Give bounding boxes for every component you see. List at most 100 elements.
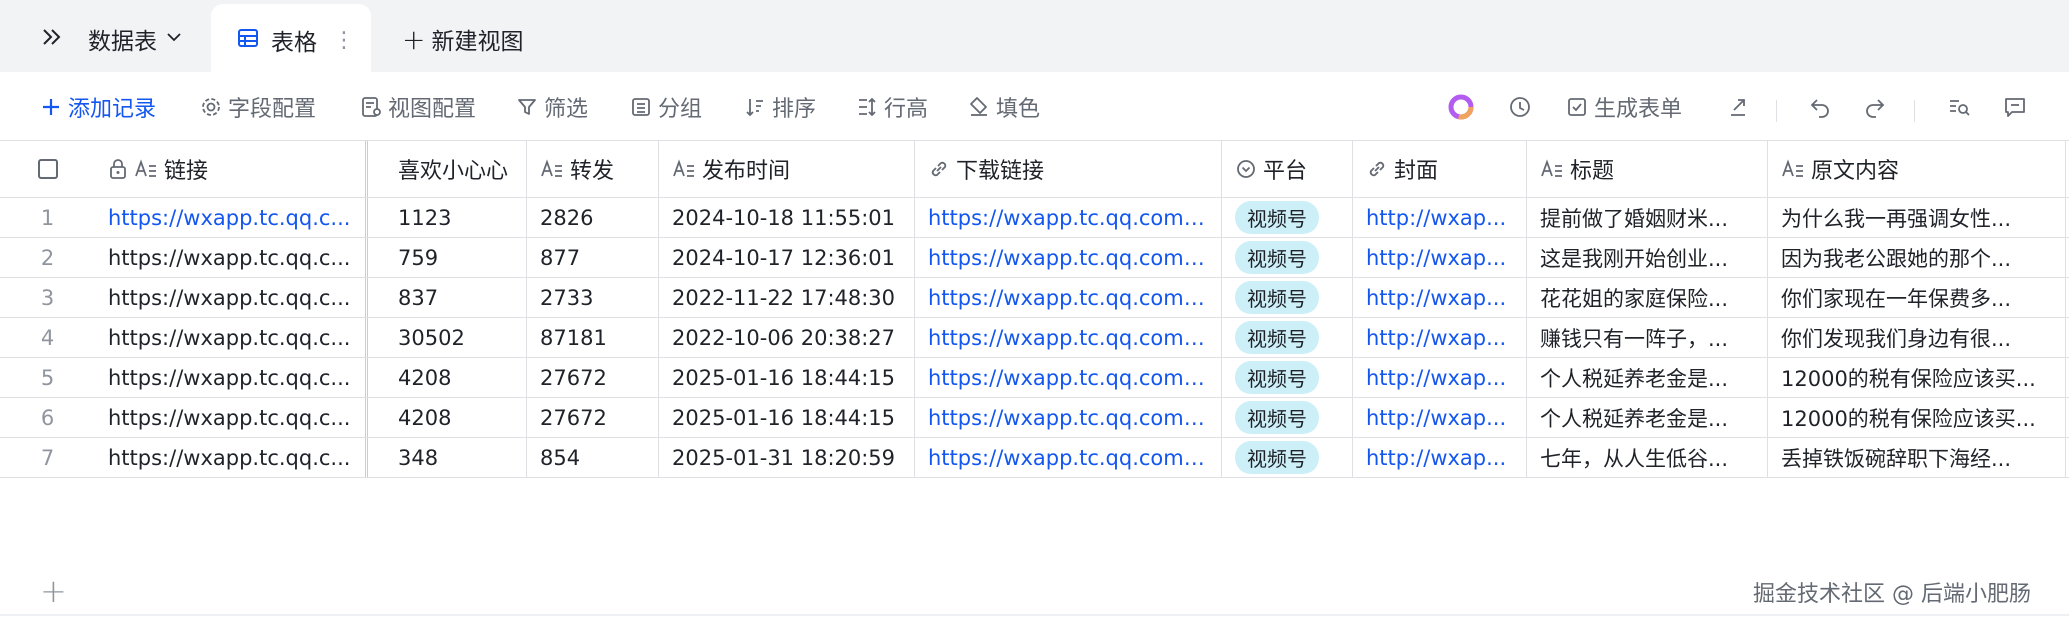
cell-content[interactable]: 你们发现我们身边有很... — [1768, 318, 2066, 357]
cell-title[interactable]: 七年，从人生低谷... — [1527, 438, 1768, 477]
table-row[interactable]: 1 https://wxapp.tc.qq.c... 1123 2826 202… — [0, 198, 2069, 238]
cell-download-link[interactable]: https://wxapp.tc.qq.com/... — [915, 238, 1222, 277]
cell-likes[interactable]: 1123 — [368, 198, 527, 237]
cell-likes[interactable]: 348 — [368, 438, 527, 477]
sort-button[interactable]: 排序 — [744, 92, 816, 122]
add-row-button[interactable]: + — [40, 572, 67, 610]
history-icon[interactable] — [1505, 92, 1535, 122]
cell-content[interactable]: 因为我老公跟她的那个... — [1768, 238, 2066, 277]
cell-platform[interactable]: 视频号 — [1222, 278, 1353, 317]
select-all-checkbox[interactable] — [37, 159, 58, 179]
table-row[interactable]: 4 https://wxapp.tc.qq.c... 30502 87181 2… — [0, 318, 2069, 358]
column-header-cover[interactable]: 封面 — [1353, 141, 1527, 197]
new-view-button[interactable]: + 新建视图 — [402, 22, 523, 56]
cell-platform[interactable]: 视频号 — [1222, 438, 1353, 477]
more-options-icon[interactable]: ⋮ — [333, 28, 355, 53]
cell-link[interactable]: https://wxapp.tc.qq.c... — [95, 398, 368, 437]
column-header-publish-time[interactable]: 发布时间 — [659, 141, 915, 197]
cell-content[interactable]: 12000的税有保险应该买... — [1768, 358, 2066, 397]
cell-shares[interactable]: 27672 — [527, 398, 659, 437]
undo-icon[interactable] — [1805, 92, 1835, 122]
cell-shares[interactable]: 2733 — [527, 278, 659, 317]
column-header-shares[interactable]: 转发 — [527, 141, 659, 197]
cell-content[interactable]: 为什么我一再强调女性... — [1768, 198, 2066, 237]
cell-download-link[interactable]: https://wxapp.tc.qq.com/... — [915, 198, 1222, 237]
cell-likes[interactable]: 4208 — [368, 398, 527, 437]
cell-shares[interactable]: 2826 — [527, 198, 659, 237]
cell-title[interactable]: 花花姐的家庭保险... — [1527, 278, 1768, 317]
cell-content[interactable]: 你们家现在一年保费多... — [1768, 278, 2066, 317]
cell-link[interactable]: https://wxapp.tc.qq.c... — [95, 278, 368, 317]
horizontal-scrollbar[interactable] — [0, 614, 2069, 616]
cell-likes[interactable]: 4208 — [368, 358, 527, 397]
column-header-content[interactable]: 原文内容 — [1768, 141, 2066, 197]
cell-download-link[interactable]: https://wxapp.tc.qq.com/... — [915, 358, 1222, 397]
cell-shares[interactable]: 87181 — [527, 318, 659, 357]
cell-platform[interactable]: 视频号 — [1222, 358, 1353, 397]
column-header-title[interactable]: 标题 — [1527, 141, 1768, 197]
cell-title[interactable]: 这是我刚开始创业... — [1527, 238, 1768, 277]
cell-link[interactable]: https://wxapp.tc.qq.c... — [95, 438, 368, 477]
cell-cover[interactable]: http://wxap... — [1353, 198, 1527, 237]
table-row[interactable]: 2 https://wxapp.tc.qq.c... 759 877 2024-… — [0, 238, 2069, 278]
cell-cover[interactable]: http://wxap... — [1353, 358, 1527, 397]
select-all-cell[interactable] — [0, 141, 95, 197]
cell-title[interactable]: 个人税延养老金是... — [1527, 398, 1768, 437]
cell-publish-time[interactable]: 2024-10-17 12:36:01 — [659, 238, 915, 277]
cell-publish-time[interactable]: 2025-01-31 18:20:59 — [659, 438, 915, 477]
cell-cover[interactable]: http://wxap... — [1353, 238, 1527, 277]
tab-grid-view[interactable]: 表格 ⋮ — [211, 4, 371, 76]
table-row[interactable]: 5 https://wxapp.tc.qq.c... 4208 27672 20… — [0, 358, 2069, 398]
comment-icon[interactable] — [2000, 92, 2030, 122]
cell-content[interactable]: 丢掉铁饭碗辞职下海经... — [1768, 438, 2066, 477]
table-switcher[interactable]: 数据表 — [88, 22, 183, 56]
table-row[interactable]: 3 https://wxapp.tc.qq.c... 837 2733 2022… — [0, 278, 2069, 318]
cell-title[interactable]: 个人税延养老金是... — [1527, 358, 1768, 397]
ai-assistant-icon[interactable] — [1446, 92, 1476, 122]
cell-download-link[interactable]: https://wxapp.tc.qq.com/... — [915, 398, 1222, 437]
cell-download-link[interactable]: https://wxapp.tc.qq.com/... — [915, 318, 1222, 357]
cell-link[interactable]: https://wxapp.tc.qq.c... — [95, 318, 368, 357]
search-icon[interactable] — [1944, 92, 1974, 122]
row-height-button[interactable]: 行高 — [856, 92, 928, 122]
filter-button[interactable]: 筛选 — [516, 92, 588, 122]
cell-shares[interactable]: 854 — [527, 438, 659, 477]
cell-content[interactable]: 12000的税有保险应该买... — [1768, 398, 2066, 437]
cell-title[interactable]: 赚钱只有一阵子，... — [1527, 318, 1768, 357]
redo-icon[interactable] — [1860, 92, 1890, 122]
table-row[interactable]: 7 https://wxapp.tc.qq.c... 348 854 2025-… — [0, 438, 2069, 478]
cell-publish-time[interactable]: 2024-10-18 11:55:01 — [659, 198, 915, 237]
cell-platform[interactable]: 视频号 — [1222, 318, 1353, 357]
cell-download-link[interactable]: https://wxapp.tc.qq.com/... — [915, 438, 1222, 477]
cell-platform[interactable]: 视频号 — [1222, 238, 1353, 277]
cell-likes[interactable]: 759 — [368, 238, 527, 277]
expand-sidebar-icon[interactable] — [38, 22, 68, 52]
field-config-button[interactable]: 字段配置 — [200, 92, 316, 122]
cell-download-link[interactable]: https://wxapp.tc.qq.com/... — [915, 278, 1222, 317]
cell-link[interactable]: https://wxapp.tc.qq.c... — [95, 238, 368, 277]
cell-link[interactable]: https://wxapp.tc.qq.c... — [95, 198, 368, 237]
column-header-link[interactable]: 链接 — [95, 141, 368, 197]
cell-cover[interactable]: http://wxap... — [1353, 318, 1527, 357]
cell-platform[interactable]: 视频号 — [1222, 198, 1353, 237]
cell-publish-time[interactable]: 2022-11-22 17:48:30 — [659, 278, 915, 317]
table-row[interactable]: 6 https://wxapp.tc.qq.c... 4208 27672 20… — [0, 398, 2069, 438]
share-icon[interactable] — [1724, 92, 1754, 122]
cell-likes[interactable]: 837 — [368, 278, 527, 317]
cell-cover[interactable]: http://wxap... — [1353, 438, 1527, 477]
cell-link[interactable]: https://wxapp.tc.qq.c... — [95, 358, 368, 397]
column-header-likes[interactable]: 喜欢小心心 — [368, 141, 527, 197]
cell-shares[interactable]: 27672 — [527, 358, 659, 397]
cell-publish-time[interactable]: 2025-01-16 18:44:15 — [659, 358, 915, 397]
cell-platform[interactable]: 视频号 — [1222, 398, 1353, 437]
cell-cover[interactable]: http://wxap... — [1353, 278, 1527, 317]
view-config-button[interactable]: 视图配置 — [360, 92, 476, 122]
column-header-platform[interactable]: 平台 — [1222, 141, 1353, 197]
cell-likes[interactable]: 30502 — [368, 318, 527, 357]
cell-shares[interactable]: 877 — [527, 238, 659, 277]
cell-publish-time[interactable]: 2022-10-06 20:38:27 — [659, 318, 915, 357]
column-header-download-link[interactable]: 下载链接 — [915, 141, 1222, 197]
fill-color-button[interactable]: 填色 — [968, 92, 1040, 122]
add-record-button[interactable]: 添加记录 — [40, 92, 156, 122]
group-button[interactable]: 分组 — [630, 92, 702, 122]
